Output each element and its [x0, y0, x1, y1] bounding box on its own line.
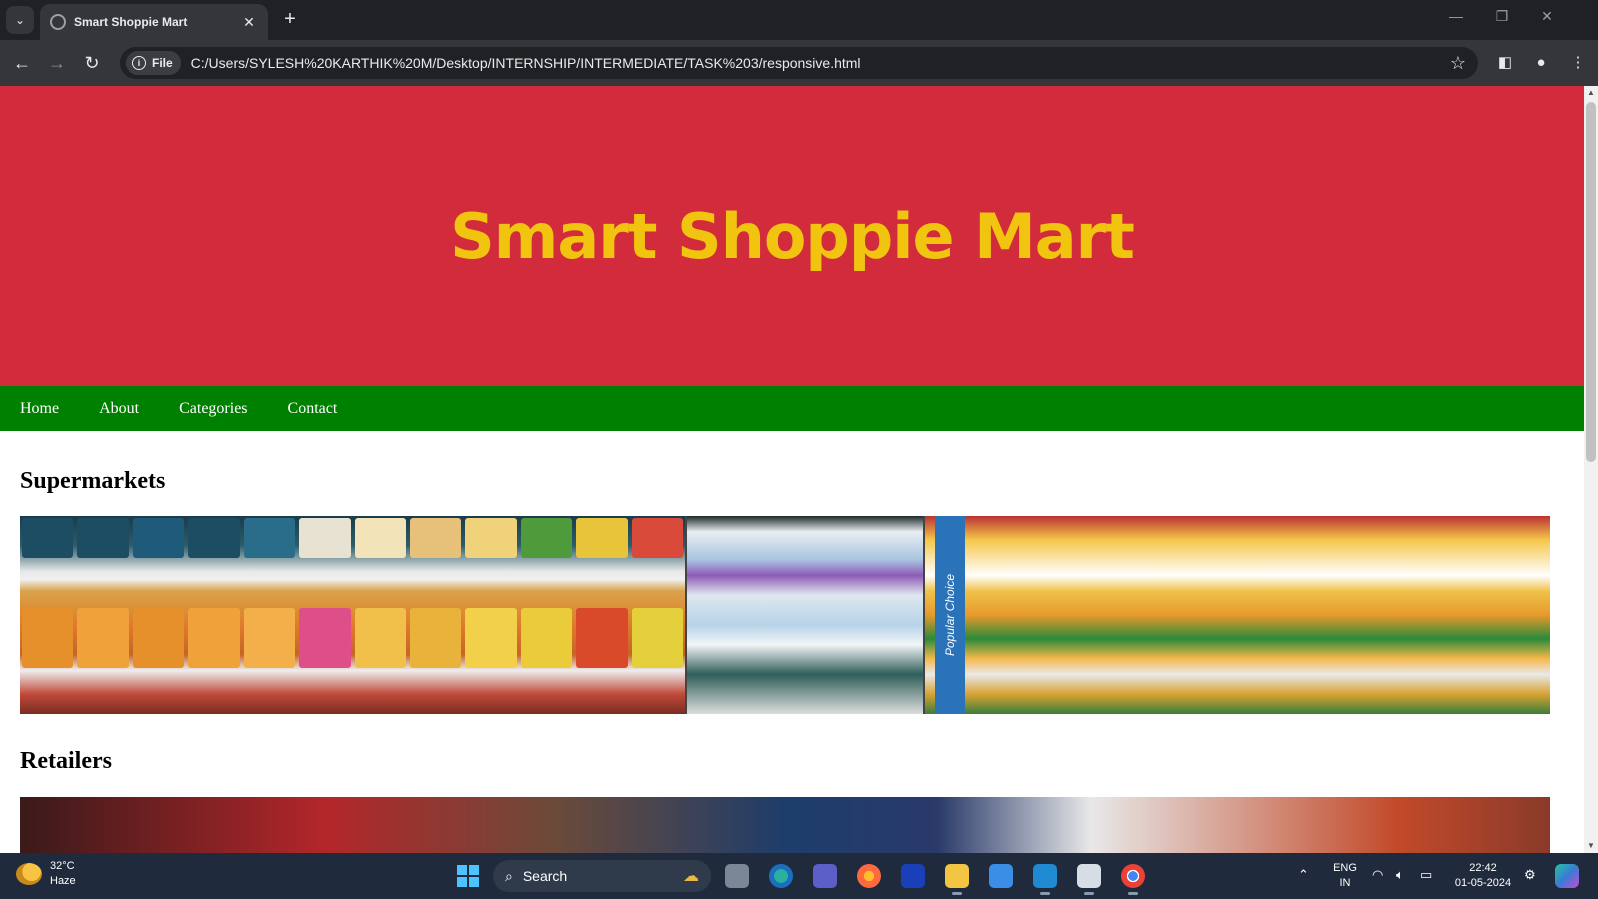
- info-icon: i: [132, 56, 146, 70]
- nav-link-home[interactable]: Home: [20, 400, 59, 418]
- main-nav: Home About Categories Contact: [0, 386, 1584, 431]
- forward-arrow-icon[interactable]: →: [43, 50, 71, 76]
- section-heading-retailers: Retailers: [20, 748, 112, 774]
- browser-toolbar: ← → ↻ i File C:/Users/SYLESH%20KARTHIK%2…: [0, 40, 1598, 86]
- weather-temperature: 32°C: [50, 860, 75, 872]
- clock[interactable]: 22:42 01-05-2024: [1448, 861, 1518, 891]
- side-panel-icon[interactable]: ◧: [1493, 52, 1517, 74]
- menu-kebab-icon[interactable]: ⋮: [1566, 52, 1590, 74]
- section-supermarkets: Supermarkets Popular Choice: [0, 468, 1584, 714]
- address-bar[interactable]: i File C:/Users/SYLESH%20KARTHIK%20M/Des…: [120, 47, 1478, 79]
- teams-icon[interactable]: [813, 864, 837, 888]
- scroll-down-icon[interactable]: ▼: [1584, 839, 1598, 853]
- reload-icon[interactable]: ↻: [78, 50, 106, 76]
- retail-store-image: [20, 797, 1550, 853]
- taskbar-search-box[interactable]: ⌕ Search ☁: [493, 860, 711, 892]
- popular-choice-sign: Popular Choice: [935, 516, 965, 714]
- vscode-icon[interactable]: [1033, 864, 1057, 895]
- weather-widget[interactable]: 32°C Haze: [16, 859, 76, 889]
- tab-title: Smart Shoppie Mart: [74, 15, 188, 29]
- nav-link-contact[interactable]: Contact: [288, 400, 338, 418]
- scroll-up-icon[interactable]: ▲: [1584, 86, 1598, 100]
- search-icon: ⌕: [505, 867, 513, 884]
- restore-button[interactable]: ❐: [1482, 8, 1522, 25]
- show-hidden-icons-chevron-icon[interactable]: ⌃: [1298, 867, 1309, 883]
- hero-title: Smart Shoppie Mart: [450, 199, 1135, 273]
- site-info-label: File: [152, 56, 173, 70]
- browser-tabstrip: ⌄ Smart Shoppie Mart ✕ + — ❐ ✕: [0, 0, 1598, 40]
- section-heading-supermarkets: Supermarkets: [20, 468, 166, 494]
- weather-description: Haze: [50, 875, 76, 887]
- site-info-chip[interactable]: i File: [126, 51, 181, 75]
- windows-start-icon[interactable]: [457, 865, 479, 887]
- popular-choice-shelf-image: Popular Choice: [925, 516, 1550, 714]
- profile-icon[interactable]: ●: [1529, 52, 1553, 74]
- clock-time: 22:42: [1469, 862, 1497, 874]
- hero-banner: Smart Shoppie Mart: [0, 86, 1584, 386]
- freezer-display-image: [685, 516, 925, 714]
- taskbar-search-label: Search: [522, 868, 568, 884]
- l-app-icon[interactable]: [901, 864, 925, 888]
- canned-goods-shelf-image: [20, 516, 685, 714]
- supermarket-shelves-image: Popular Choice: [20, 516, 1550, 714]
- volume-icon[interactable]: 🔈︎: [1396, 867, 1404, 883]
- language-indicator[interactable]: ENG IN: [1330, 861, 1360, 891]
- browser-tab[interactable]: Smart Shoppie Mart ✕: [40, 4, 268, 40]
- chrome-icon[interactable]: [1121, 864, 1145, 895]
- page-scrollbar[interactable]: ▲ ▼: [1584, 86, 1598, 853]
- bookmark-star-icon[interactable]: ☆: [1444, 53, 1472, 74]
- task-view-icon[interactable]: [725, 864, 749, 888]
- scrollbar-thumb[interactable]: [1586, 102, 1596, 462]
- close-tab-icon[interactable]: ✕: [240, 14, 258, 31]
- close-window-button[interactable]: ✕: [1527, 8, 1567, 25]
- tab-search-chevron-icon[interactable]: ⌄: [6, 6, 34, 34]
- snipping-tool-icon[interactable]: [1077, 864, 1101, 895]
- battery-icon[interactable]: ▭: [1420, 867, 1432, 883]
- microsoft-store-icon[interactable]: [989, 864, 1013, 888]
- edge-browser-icon[interactable]: [769, 864, 793, 888]
- language-code: ENG: [1333, 862, 1357, 874]
- section-retailers: Retailers: [0, 748, 1584, 853]
- copilot-icon[interactable]: [1555, 864, 1579, 888]
- nav-link-categories[interactable]: Categories: [179, 400, 247, 418]
- search-highlight-icon: ☁: [683, 868, 699, 885]
- globe-icon: [50, 14, 66, 30]
- notifications-icon[interactable]: ⚙: [1524, 867, 1536, 883]
- file-explorer-icon[interactable]: [945, 864, 969, 895]
- taskbar: 32°C Haze ⌕ Search ☁ ⌃ ENG IN ◠ 🔈︎ ▭ 22:…: [0, 853, 1598, 899]
- page-viewport: Smart Shoppie Mart Home About Categories…: [0, 86, 1584, 853]
- url-text[interactable]: C:/Users/SYLESH%20KARTHIK%20M/Desktop/IN…: [191, 55, 1444, 71]
- wifi-icon[interactable]: ◠: [1372, 867, 1383, 883]
- clock-date: 01-05-2024: [1454, 877, 1512, 889]
- firefox-icon[interactable]: [857, 864, 881, 888]
- new-tab-button[interactable]: +: [278, 8, 302, 31]
- nav-link-about[interactable]: About: [99, 400, 139, 418]
- minimize-button[interactable]: —: [1436, 8, 1476, 24]
- back-arrow-icon[interactable]: ←: [8, 50, 36, 76]
- weather-haze-icon: [16, 863, 42, 885]
- language-region: IN: [1339, 877, 1351, 889]
